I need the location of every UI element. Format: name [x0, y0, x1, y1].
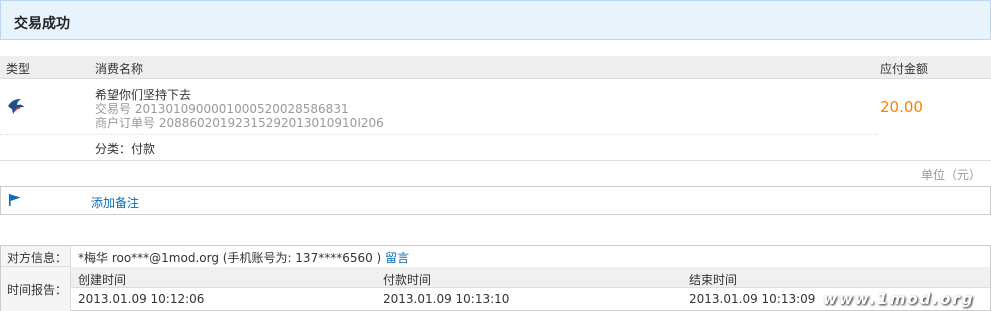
end-time-header: 结束时间: [689, 273, 738, 287]
paid-time-value: 2013.01.09 10:13:10: [383, 292, 510, 306]
flag-icon: [8, 193, 22, 207]
add-remark-link[interactable]: 添加备注: [91, 194, 139, 211]
paid-time-header: 付款时间: [383, 273, 432, 287]
remark-box: [0, 186, 991, 215]
item-category: 分类：付款: [95, 142, 156, 156]
divider: [0, 134, 878, 135]
merchant-order-number: 商户订单号 20886020192315292013010910I206: [95, 116, 384, 130]
time-report-label: 时间报告：: [7, 283, 68, 297]
amount-column-header: 应付金额: [880, 62, 929, 76]
watermark: www.1mod.org: [823, 290, 975, 308]
name-column-header: 消费名称: [95, 62, 144, 76]
status-bar: 交易成功: [0, 0, 991, 40]
time-header-row: 创建时间 付款时间 结束时间: [71, 267, 990, 288]
time-report-label-cell: 时间报告：: [1, 267, 71, 311]
created-time-header: 创建时间: [78, 273, 127, 287]
divider: [0, 160, 991, 161]
type-column-header: 类型: [6, 62, 31, 76]
counterparty-label: 对方信息：: [7, 251, 68, 265]
counterparty-label-cell: 对方信息：: [1, 246, 71, 267]
counterparty-info: *梅华 roo***@1mod.org (手机账号为: 137****6560 …: [78, 249, 409, 266]
bird-icon: [6, 96, 26, 116]
created-time-value: 2013.01.09 10:12:06: [78, 292, 205, 306]
unit-note: 单位（元）: [920, 168, 981, 182]
end-time-value: 2013.01.09 10:13:09: [689, 292, 816, 306]
message-link[interactable]: 留言: [385, 251, 409, 265]
status-title: 交易成功: [14, 16, 70, 32]
item-amount: 20.00: [880, 98, 923, 116]
counterparty-value: *梅华 roo***@1mod.org (手机账号为: 137****6560 …: [78, 251, 382, 265]
items-header: 类型 消费名称 应付金额: [0, 56, 991, 79]
